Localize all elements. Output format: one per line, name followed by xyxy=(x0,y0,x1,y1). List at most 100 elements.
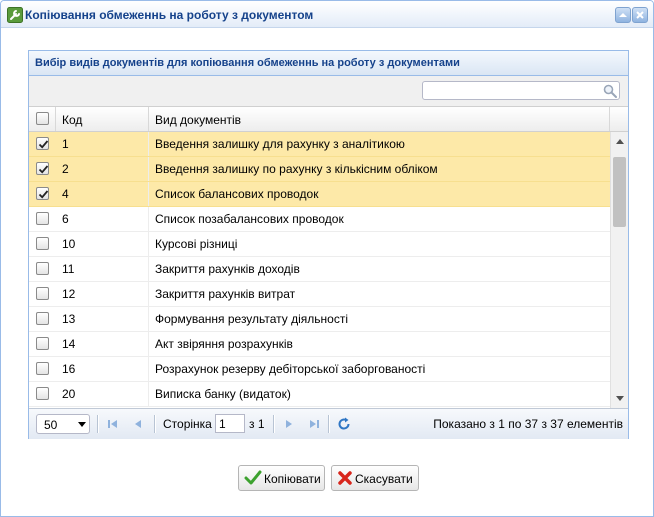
table-row[interactable]: 14 Акт звіряння розрахунків xyxy=(29,332,610,357)
row-checkbox[interactable] xyxy=(36,187,49,200)
row-checkbox-cell xyxy=(29,282,56,306)
type-cell: Закриття рахунків витрат xyxy=(149,282,610,306)
scroll-up-icon[interactable] xyxy=(616,138,624,144)
row-checkbox[interactable] xyxy=(36,237,49,250)
dialog-titlebar[interactable]: Копіювання обмеженнь на роботу з докумен… xyxy=(1,1,653,28)
select-all-checkbox[interactable] xyxy=(36,112,49,125)
page-number-input[interactable] xyxy=(215,414,245,433)
dialog-title: Копіювання обмеженнь на роботу з докумен… xyxy=(25,8,314,22)
row-checkbox[interactable] xyxy=(36,262,49,275)
scroll-down-icon[interactable] xyxy=(616,396,624,402)
page-size-select[interactable]: 50 xyxy=(36,414,90,434)
table-row[interactable]: 10 Курсові різниці xyxy=(29,232,610,257)
chevron-down-icon xyxy=(78,422,86,427)
type-cell: Акт звіряння розрахунків xyxy=(149,332,610,356)
copy-button[interactable]: Копіювати xyxy=(238,465,325,491)
code-cell: 10 xyxy=(56,232,149,256)
row-checkbox[interactable] xyxy=(36,162,49,175)
document-types-panel: Вибір видів документів для копіювання об… xyxy=(28,50,629,439)
type-cell: Введення залишку по рахунку з кількісним… xyxy=(149,157,610,181)
paging-info: Показано з 1 по 37 з 37 елементів xyxy=(433,417,623,431)
code-cell: 12 xyxy=(56,282,149,306)
type-value: Список балансових проводок xyxy=(155,187,319,201)
row-checkbox-cell xyxy=(29,357,56,381)
type-value: Список позабалансових проводок xyxy=(155,212,344,226)
column-header-code-label: Код xyxy=(62,113,83,127)
code-value: 1 xyxy=(62,137,69,151)
code-value: 14 xyxy=(62,337,76,351)
toolbar-separator xyxy=(273,415,275,433)
table-row[interactable]: 4 Список балансових проводок xyxy=(29,182,610,207)
checkmark-icon xyxy=(38,140,49,149)
row-checkbox-cell xyxy=(29,332,56,356)
table-row[interactable]: 6 Список позабалансових проводок xyxy=(29,207,610,232)
close-button[interactable] xyxy=(632,7,648,23)
column-header-code[interactable]: Код xyxy=(56,107,149,131)
table-row[interactable]: 13 Формування результату діяльності xyxy=(29,307,610,332)
refresh-icon[interactable] xyxy=(337,417,351,431)
type-cell: Список позабалансових проводок xyxy=(149,207,610,231)
next-page-icon[interactable] xyxy=(282,417,296,431)
type-value: Закриття рахунків витрат xyxy=(155,287,296,301)
panel-header: Вибір видів документів для копіювання об… xyxy=(29,51,628,76)
row-checkbox-cell xyxy=(29,182,56,206)
code-cell: 4 xyxy=(56,182,149,206)
toolbar-separator xyxy=(328,415,330,433)
code-cell: 2 xyxy=(56,157,149,181)
type-cell: Список балансових проводок xyxy=(149,182,610,206)
table-row[interactable]: 2 Введення залишку по рахунку з кількісн… xyxy=(29,157,610,182)
page-size-value: 50 xyxy=(44,418,58,432)
row-checkbox[interactable] xyxy=(36,312,49,325)
code-value: 20 xyxy=(62,387,76,401)
row-checkbox[interactable] xyxy=(36,137,49,150)
cancel-button-label: Скасувати xyxy=(355,472,413,486)
code-cell: 1 xyxy=(56,132,149,156)
first-page-icon[interactable] xyxy=(106,417,120,431)
row-checkbox[interactable] xyxy=(36,387,49,400)
search-icon[interactable] xyxy=(603,84,617,98)
row-checkbox[interactable] xyxy=(36,212,49,225)
page-total-label: з 1 xyxy=(249,417,265,431)
type-value: Введення залишку по рахунку з кількісним… xyxy=(155,162,438,176)
column-header-type[interactable]: Вид документів xyxy=(149,107,610,131)
row-checkbox-cell xyxy=(29,382,56,406)
code-value: 6 xyxy=(62,212,69,226)
code-cell: 6 xyxy=(56,207,149,231)
header-scroll-spacer xyxy=(610,107,628,131)
type-value: Введення залишку для рахунку з аналітико… xyxy=(155,137,405,151)
collapse-button[interactable] xyxy=(615,7,631,23)
table-row[interactable]: 16 Розрахунок резерву дебіторської забор… xyxy=(29,357,610,382)
prev-page-icon[interactable] xyxy=(131,417,145,431)
type-cell: Введення залишку для рахунку з аналітико… xyxy=(149,132,610,156)
type-cell: Курсові різниці xyxy=(149,232,610,256)
header-select-all-cell xyxy=(29,107,56,131)
toolbar-separator xyxy=(97,415,99,433)
type-cell: Формування результату діяльності xyxy=(149,307,610,331)
row-checkbox[interactable] xyxy=(36,337,49,350)
copy-button-label: Копіювати xyxy=(264,472,321,486)
row-checkbox[interactable] xyxy=(36,362,49,375)
type-value: Закриття рахунків доходів xyxy=(155,262,300,276)
last-page-icon[interactable] xyxy=(307,417,321,431)
code-cell: 16 xyxy=(56,357,149,381)
table-row[interactable]: 12 Закриття рахунків витрат xyxy=(29,282,610,307)
row-checkbox-cell xyxy=(29,157,56,181)
type-cell: Розрахунок резерву дебіторської заборгов… xyxy=(149,357,610,381)
type-cell: Закриття рахунків доходів xyxy=(149,257,610,281)
scrollbar-thumb[interactable] xyxy=(613,157,626,227)
row-checkbox[interactable] xyxy=(36,287,49,300)
table-row[interactable]: 20 Виписка банку (видаток) xyxy=(29,382,610,407)
row-checkbox-cell xyxy=(29,257,56,281)
code-value: 4 xyxy=(62,187,69,201)
code-value: 2 xyxy=(62,162,69,176)
table-row[interactable]: 1 Введення залишку для рахунку з аналіти… xyxy=(29,132,610,157)
search-toolbar xyxy=(29,76,628,107)
vertical-scrollbar[interactable] xyxy=(610,132,628,408)
cancel-button[interactable]: Скасувати xyxy=(331,465,419,491)
panel-title: Вибір видів документів для копіювання об… xyxy=(35,57,460,69)
chevron-up-icon xyxy=(619,13,627,17)
search-input[interactable] xyxy=(422,81,620,100)
code-cell: 14 xyxy=(56,332,149,356)
type-value: Розрахунок резерву дебіторської заборгов… xyxy=(155,362,426,376)
table-row[interactable]: 11 Закриття рахунків доходів xyxy=(29,257,610,282)
